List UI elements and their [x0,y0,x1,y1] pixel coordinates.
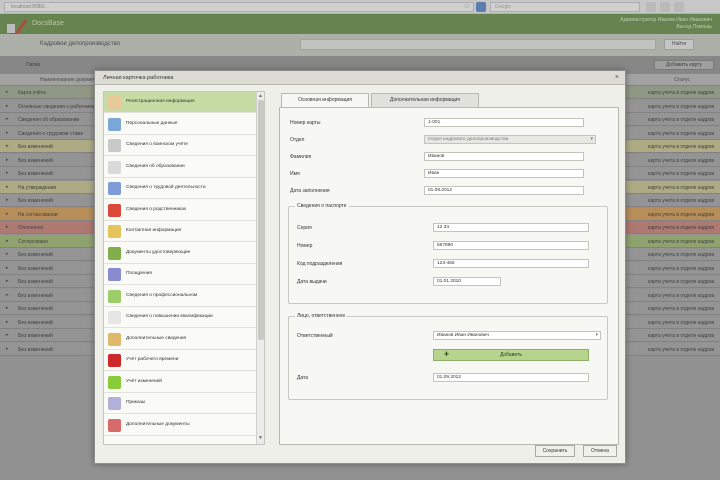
division-code-field[interactable]: 123-456 [433,259,589,268]
nav-item-label: Учёт рабочего времени [126,357,179,362]
responsible-date-field[interactable]: 01.09.2012 [433,373,589,382]
nav-item-label: Документы удостоверяющие [126,249,191,255]
department-label: Отдел [290,137,305,143]
section-icon [108,311,121,324]
nav-item-label: Приказы [126,400,146,405]
nav-item[interactable]: Сведения о трудовой деятельности [104,178,256,199]
section-icon [108,397,121,410]
passport-fieldset: Сведения о паспорте Серия 12 34 Номер 56… [288,203,608,304]
department-select[interactable]: Отдел кадрового делопроизводства ▾ [424,135,596,144]
add-responsible-button[interactable]: ✚ Добавить [433,349,589,361]
section-icon [108,418,121,432]
add-icon: ✚ [444,352,450,358]
fill-date-field[interactable]: 01.09.2012 [424,186,584,195]
responsible-fieldset: Лицо, ответственное Ответственный Иванов… [288,313,608,400]
section-nav-panel: Регистрационная информация Персональные д… [103,91,265,445]
section-icon [108,225,121,238]
passport-legend: Сведения о паспорте [295,203,349,209]
nav-item[interactable]: Сведения о родственниках [104,200,256,221]
nav-item[interactable]: Персональные данные [104,114,256,135]
section-icon [108,289,121,303]
section-icon [108,203,121,217]
responsible-select[interactable]: Иванов Иван Иванович ▾ [433,331,601,340]
close-icon[interactable]: × [615,73,619,82]
nav-item-label: Сведения о повышении квалификации [126,314,213,319]
number-field[interactable]: 567890 [433,241,589,250]
section-icon [108,160,121,174]
nav-item-label: Сведения о трудовой деятельности [126,185,206,190]
nav-item-label: Персональные данные [126,120,178,126]
cancel-button[interactable]: Отмена [583,445,617,457]
responsible-date-label: Дата [297,375,309,381]
nav-item[interactable]: Дополнительные документы [104,415,256,436]
nav-item[interactable]: Контактная информация [104,221,256,242]
card-number-label: Номер карты [290,120,321,126]
nav-item-label: Поощрения [126,271,152,276]
nav-item[interactable]: Учёт изменений [104,372,256,393]
section-icon [108,246,121,260]
nav-item-label: Сведения о профессиональном [126,292,198,298]
nav-item[interactable]: Дополнительные сведения [104,329,256,350]
save-button[interactable]: Сохранить [535,445,575,457]
responsible-legend: Лицо, ответственное [295,313,348,319]
add-responsible-label: Добавить [499,352,523,358]
nav-item[interactable]: Приказы [104,393,256,414]
issue-date-field[interactable]: 01.01.2010 [433,277,501,286]
nav-item[interactable]: Регистрационная информация [104,92,256,113]
nav-scroll-thumb[interactable] [258,100,264,340]
nav-item-label: Контактная информация [126,228,182,233]
section-icon [108,268,121,281]
nav-item[interactable]: Сведения о профессиональном [104,286,256,307]
chevron-down-icon[interactable]: ▾ [590,136,593,143]
tab-main-info[interactable]: Основная информация [281,93,369,107]
nav-item-label: Сведения о родственниках [126,206,187,212]
number-label: Номер [297,243,313,249]
nav-item-label: Регистрационная информация [126,99,195,104]
division-code-label: Код подразделения [297,261,343,267]
nav-item[interactable]: Поощрения [104,264,256,285]
section-icon [108,117,121,131]
content-panel: Основная информация Дополнительная инфор… [279,91,619,445]
dialog-title-bar: Личная карточка работника × [95,71,625,85]
section-icon [108,96,121,109]
series-field[interactable]: 12 34 [433,223,589,232]
nav-item-label: Дополнительные документы [126,421,190,427]
section-icon [108,332,121,346]
nav-item[interactable]: Учёт рабочего времени [104,350,256,371]
nav-item[interactable]: Сведения о повышении квалификации [104,307,256,328]
section-icon [108,354,121,367]
responsible-label: Ответственный [297,333,333,339]
section-icon [108,375,121,389]
nav-item-label: Сведения об образовании [126,163,185,169]
issue-date-label: Дата выдачи [297,279,327,285]
nav-item[interactable]: Сведения о воинском учёте [104,135,256,156]
scroll-up-icon[interactable]: ▲ [258,93,263,99]
nav-item[interactable]: Сведения об образовании [104,157,256,178]
section-icon [108,182,121,195]
section-icon [108,139,121,152]
first-name-field[interactable]: Иван [424,169,584,178]
last-name-label: Фамилия [290,154,312,160]
last-name-field[interactable]: Иванов [424,152,584,161]
nav-item-label: Учёт изменений [126,378,162,384]
nav-item-label: Сведения о воинском учёте [126,142,188,147]
dialog-title: Личная карточка работника [103,75,174,81]
series-label: Серия [297,225,312,231]
chevron-down-icon[interactable]: ▾ [595,332,598,339]
tab-additional-info[interactable]: Дополнительная информация [371,93,479,107]
department-value: Отдел кадрового делопроизводства [428,137,509,142]
card-number-field[interactable]: 1-001 [424,118,584,127]
fill-date-label: Дата заполнения [290,188,330,194]
tab-body: Номер карты 1-001 Отдел Отдел кадрового … [279,107,619,445]
first-name-label: Имя [290,171,300,177]
employee-card-dialog: Личная карточка работника × Регистрацион… [94,70,626,464]
scroll-down-icon[interactable]: ▼ [258,435,263,441]
nav-scrollbar[interactable]: ▲ ▼ [256,92,264,444]
nav-item-label: Дополнительные сведения [126,335,187,341]
responsible-value: Иванов Иван Иванович [437,333,490,338]
nav-item[interactable]: Документы удостоверяющие [104,243,256,264]
